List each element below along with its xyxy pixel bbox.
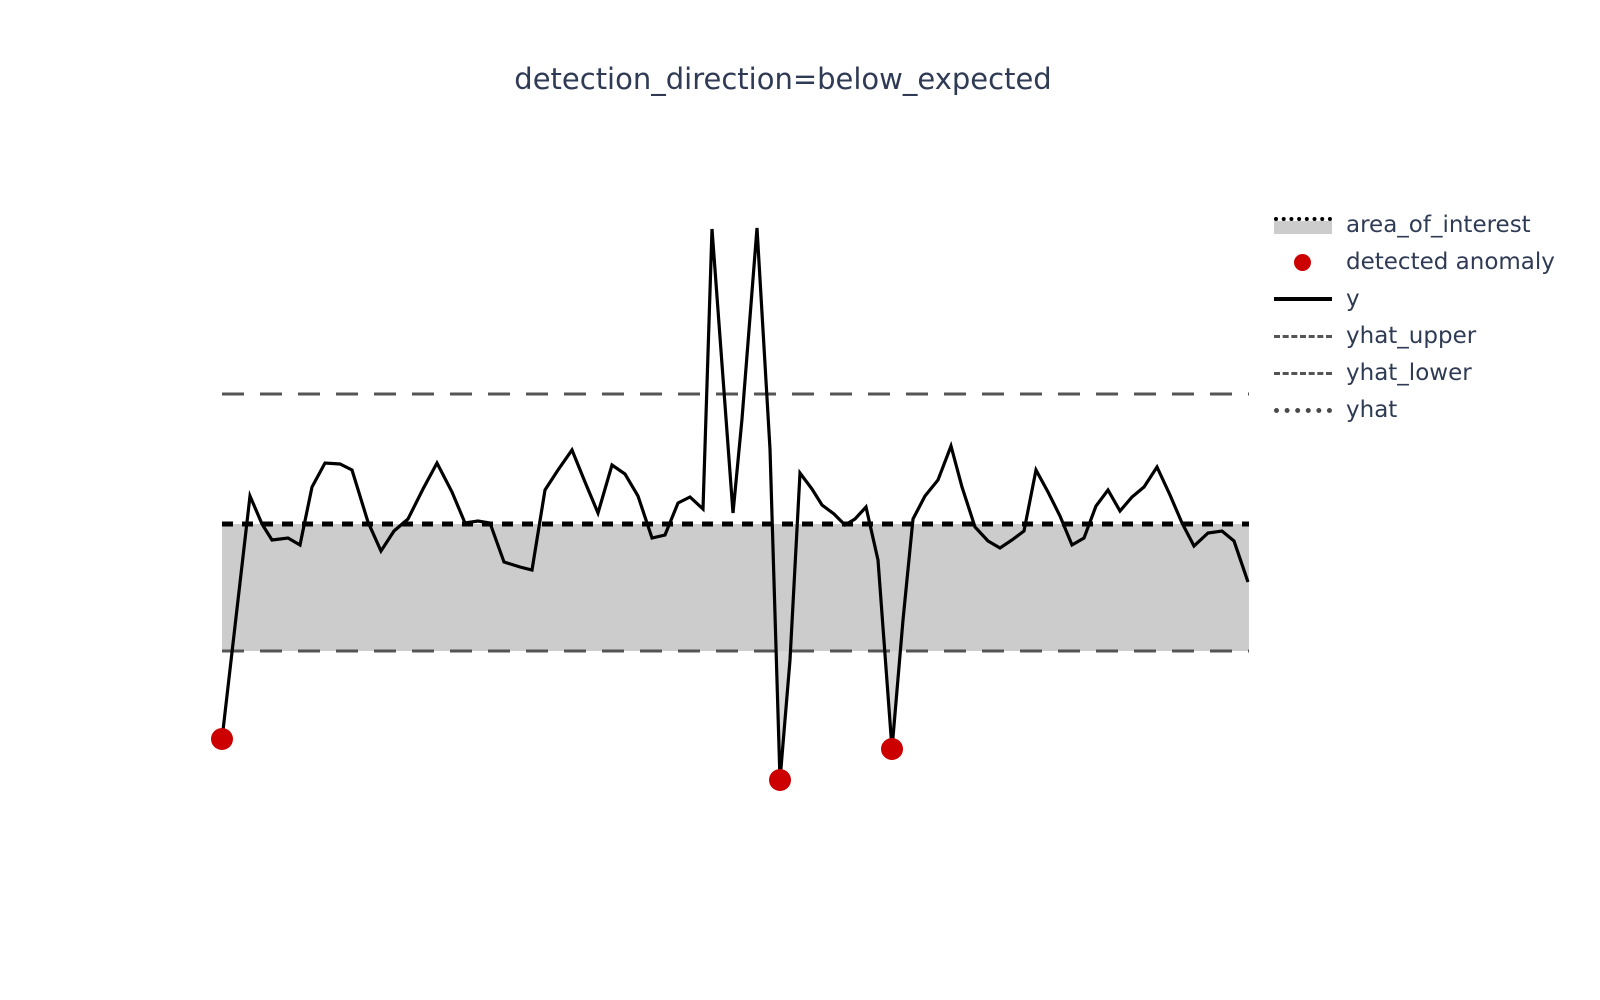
- series-y-line: [220, 227, 1250, 781]
- area-patch-dotted-icon: [1272, 212, 1334, 238]
- dashed-line-icon: [1272, 323, 1334, 349]
- plot-canvas: [211, 227, 1250, 791]
- legend-item-detected-anomaly[interactable]: detected anomaly: [1272, 243, 1592, 280]
- chart-legend: area_of_interest detected anomaly y yhat…: [1272, 206, 1592, 428]
- solid-line-icon: [1272, 286, 1334, 312]
- legend-label: yhat_upper: [1346, 322, 1477, 349]
- anomaly-marker-group[interactable]: [211, 728, 903, 791]
- legend-item-area-of-interest[interactable]: area_of_interest: [1272, 206, 1592, 243]
- legend-label: y: [1346, 285, 1360, 312]
- legend-item-yhat[interactable]: yhat: [1272, 391, 1592, 428]
- legend-label: area_of_interest: [1346, 211, 1531, 238]
- chart-root: detection_direction=below_expected area_…: [0, 0, 1600, 1000]
- legend-label: yhat_lower: [1346, 359, 1472, 386]
- legend-item-y[interactable]: y: [1272, 280, 1592, 317]
- legend-item-yhat-upper[interactable]: yhat_upper: [1272, 317, 1592, 354]
- dotted-line-icon: [1272, 397, 1334, 423]
- area-of-interest-exceedance: [222, 651, 901, 780]
- dashed-line-icon: [1272, 360, 1334, 386]
- anomaly-marker[interactable]: [881, 738, 903, 760]
- legend-label: yhat: [1346, 396, 1398, 423]
- legend-item-yhat-lower[interactable]: yhat_lower: [1272, 354, 1592, 391]
- red-dot-icon: [1272, 249, 1334, 275]
- anomaly-marker[interactable]: [211, 728, 233, 750]
- legend-label: detected anomaly: [1346, 248, 1555, 275]
- anomaly-marker[interactable]: [769, 769, 791, 791]
